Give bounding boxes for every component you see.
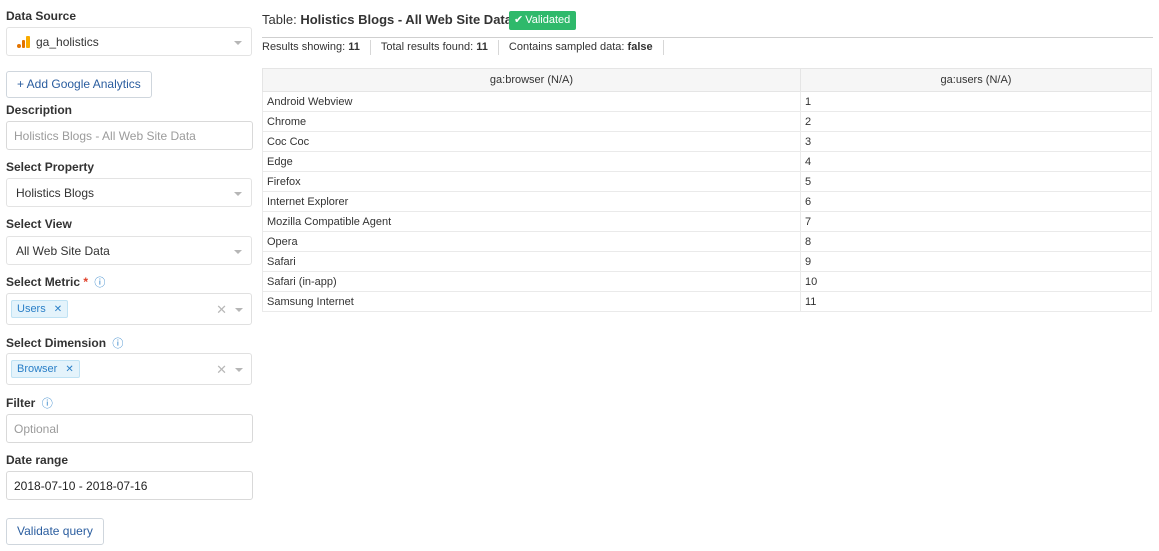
query-form: Data Source ga_holistics + Add Google An… (0, 0, 258, 551)
date-range-field[interactable] (6, 471, 253, 500)
users-cell: 4 (800, 151, 1152, 172)
browser-cell: Safari (in-app) (262, 271, 801, 292)
add-google-analytics-button[interactable]: + Add Google Analytics (6, 71, 152, 98)
results-showing: Results showing: 11 (262, 40, 371, 55)
info-icon[interactable]: ⓘ (94, 277, 105, 289)
table-row: Opera 8 (262, 231, 1152, 252)
table-title-prefix: Table: (262, 12, 297, 27)
property-select[interactable]: Holistics Blogs (6, 178, 252, 207)
clear-icon[interactable]: ✕ (216, 362, 227, 378)
users-cell: 1 (800, 91, 1152, 112)
info-icon[interactable]: ⓘ (112, 338, 123, 350)
total-results: Total results found: 11 (381, 40, 499, 55)
table-row: Safari 9 (262, 251, 1152, 272)
browser-cell: Opera (262, 231, 801, 252)
date-range-input[interactable] (7, 472, 252, 499)
users-cell: 7 (800, 211, 1152, 232)
chevron-down-icon[interactable] (235, 368, 243, 372)
users-cell: 8 (800, 231, 1152, 252)
column-header[interactable]: ga:users (N/A) (800, 68, 1152, 92)
dimension-select[interactable]: Browser ✕ ✕ (6, 353, 252, 385)
view-label: Select View (6, 217, 72, 231)
chevron-down-icon (234, 192, 242, 196)
data-source-label: Data Source (6, 9, 77, 23)
browser-cell: Mozilla Compatible Agent (262, 211, 801, 232)
description-label: Description (6, 103, 73, 117)
users-cell: 11 (800, 291, 1152, 312)
filter-label: Filter ⓘ (6, 395, 53, 411)
table-header-row: ga:browser (N/A) ga:users (N/A) (262, 68, 1152, 92)
table-row: Mozilla Compatible Agent 7 (262, 211, 1152, 232)
table-row: Safari (in-app) 10 (262, 271, 1152, 292)
filter-field[interactable] (6, 414, 253, 443)
table-row: Internet Explorer 6 (262, 191, 1152, 212)
metric-tag-label: Users (17, 303, 46, 315)
browser-cell: Samsung Internet (262, 291, 801, 312)
google-analytics-icon (17, 36, 31, 48)
results-table: ga:browser (N/A) ga:users (N/A) Android … (262, 68, 1152, 312)
browser-cell: Internet Explorer (262, 191, 801, 212)
validate-query-button[interactable]: Validate query (6, 518, 104, 545)
browser-cell: Edge (262, 151, 801, 172)
property-value: Holistics Blogs (16, 186, 95, 200)
browser-cell: Chrome (262, 111, 801, 132)
chevron-down-icon (234, 41, 242, 45)
dimension-label-text: Select Dimension (6, 336, 107, 350)
table-row: Samsung Internet 11 (262, 291, 1152, 312)
chevron-down-icon[interactable] (235, 308, 243, 312)
metric-label-text: Select Metric (6, 275, 81, 289)
metric-select[interactable]: Users ✕ ✕ (6, 293, 252, 325)
dimension-tag-label: Browser (17, 363, 58, 375)
users-cell: 9 (800, 251, 1152, 272)
table-title-name: Holistics Blogs - All Web Site Data (300, 12, 512, 27)
results-stats: Results showing: 11 Total results found: … (262, 40, 674, 55)
browser-cell: Firefox (262, 171, 801, 192)
clear-icon[interactable]: ✕ (216, 302, 227, 318)
table-title: Table: Holistics Blogs - All Web Site Da… (262, 12, 512, 27)
table-row: Coc Coc 3 (262, 131, 1152, 152)
table-row: Android Webview 1 (262, 91, 1152, 112)
users-cell: 10 (800, 271, 1152, 292)
description-field[interactable] (6, 121, 253, 150)
users-cell: 6 (800, 191, 1152, 212)
metric-tag: Users ✕ (11, 300, 69, 318)
table-row: Chrome 2 (262, 111, 1152, 132)
checkmark-icon: ✔ (514, 14, 524, 26)
users-cell: 5 (800, 171, 1152, 192)
validated-badge-label: Validated (525, 14, 571, 26)
users-cell: 2 (800, 111, 1152, 132)
date-range-label: Date range (6, 453, 69, 467)
property-label: Select Property (6, 160, 95, 174)
browser-cell: Coc Coc (262, 131, 801, 152)
table-row: Firefox 5 (262, 171, 1152, 192)
data-source-value: ga_holistics (36, 35, 99, 49)
column-header[interactable]: ga:browser (N/A) (262, 68, 801, 92)
chevron-down-icon (234, 250, 242, 254)
browser-cell: Android Webview (262, 91, 801, 112)
dimension-tag: Browser ✕ (11, 360, 80, 378)
remove-tag-icon[interactable]: ✕ (65, 364, 73, 375)
metric-label: Select Metric * ⓘ (6, 274, 105, 290)
browser-cell: Safari (262, 251, 801, 272)
title-divider (262, 37, 1153, 38)
filter-label-text: Filter (6, 396, 36, 410)
validated-badge: ✔ Validated (509, 11, 577, 30)
dimension-label: Select Dimension ⓘ (6, 335, 123, 351)
users-cell: 3 (800, 131, 1152, 152)
data-source-select[interactable]: ga_holistics (6, 27, 252, 56)
description-input[interactable] (7, 122, 252, 149)
remove-tag-icon[interactable]: ✕ (54, 304, 62, 315)
info-icon[interactable]: ⓘ (42, 398, 53, 410)
view-value: All Web Site Data (16, 244, 110, 258)
filter-input[interactable] (7, 415, 252, 442)
view-select[interactable]: All Web Site Data (6, 236, 252, 265)
required-marker: * (83, 275, 89, 289)
sampled-data: Contains sampled data: false (509, 40, 664, 55)
table-row: Edge 4 (262, 151, 1152, 172)
